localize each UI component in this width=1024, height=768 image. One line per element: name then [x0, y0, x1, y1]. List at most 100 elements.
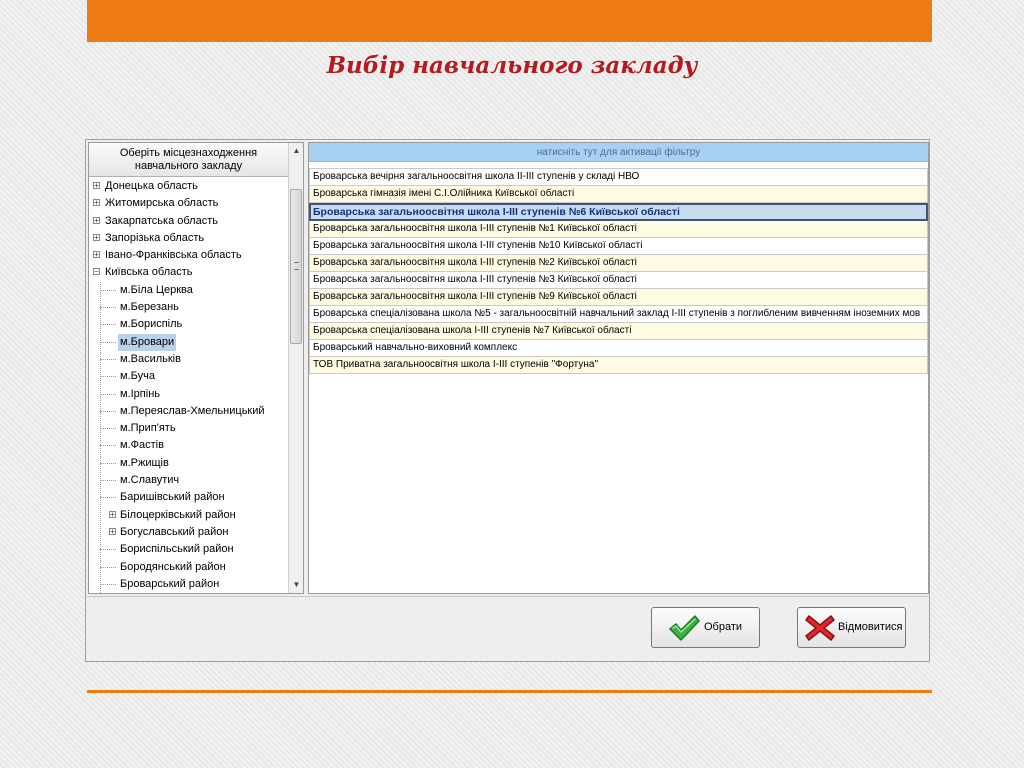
tree-item[interactable]: м.Славутич: [89, 472, 288, 489]
scroll-thumb[interactable]: [290, 189, 302, 344]
cross-icon: [805, 615, 835, 641]
tree-item-label: м.Бориспіль: [120, 318, 183, 331]
tree-connector: [100, 428, 116, 430]
slide-title: Вибір навчального закладу: [326, 52, 698, 79]
tree-item[interactable]: − Київська область: [89, 264, 288, 281]
school-row[interactable]: Броварська спеціалізована школа №5 - заг…: [309, 306, 928, 323]
tree-connector: [100, 462, 116, 465]
tree-item[interactable]: + Івано-Франківська область: [89, 247, 288, 264]
school-row[interactable]: Броварська загальноосвітня школа І-ІІІ с…: [309, 238, 928, 255]
tree-item-label: Броварський район: [120, 577, 220, 590]
tree-item[interactable]: м.Бровари: [89, 333, 288, 351]
expand-icon[interactable]: +: [93, 233, 100, 241]
tree-item-label: Житомирська область: [105, 197, 219, 210]
tree-connector: [100, 445, 116, 447]
school-row[interactable]: Броварська спеціалізована школа І-ІІІ ст…: [309, 323, 928, 340]
tree-item-label: м.Прип'ять: [120, 422, 176, 435]
tree-connector: [100, 307, 116, 309]
tree-item-label: Київська область: [105, 266, 193, 279]
school-row[interactable]: Броварська загальноосвітня школа І-ІІІ с…: [309, 289, 928, 306]
tree-item[interactable]: Баришівський район: [89, 489, 288, 506]
tree-item[interactable]: м.Прип'ять: [89, 420, 288, 437]
tree-item[interactable]: Бориспільський район: [89, 541, 288, 558]
location-tree-panel: Оберіть місцезнаходження навчального зак…: [88, 142, 304, 594]
expand-icon[interactable]: +: [93, 182, 100, 190]
tree-item-label: Закарпатська область: [105, 214, 218, 227]
tree-item[interactable]: м.Біла Церква: [89, 282, 288, 299]
top-accent-bar: [87, 0, 932, 42]
tree-item[interactable]: м.Бориспіль: [89, 316, 288, 333]
tree-item-label: м.Васильків: [120, 352, 181, 365]
tree-connector: [100, 341, 116, 344]
tree-connector: [100, 289, 116, 292]
select-button-label: Обрати: [704, 621, 743, 633]
location-tree: + Донецька область + Житомирська область + За…: [89, 178, 288, 593]
tree-item-label: м.Березань: [120, 301, 179, 314]
tree-item[interactable]: + Богуславський район: [89, 524, 288, 541]
bottom-accent-line: [87, 690, 932, 693]
tree-item[interactable]: Бородянський район: [89, 559, 288, 576]
school-list-panel: натисніть тут для активації фільтру Бров…: [308, 142, 929, 594]
tree-item-label: Богуславський район: [120, 525, 229, 538]
tree-item-label: м.Ржищів: [120, 456, 169, 469]
school-row[interactable]: Броварський навчально-виховний комплекс: [309, 340, 928, 357]
tree-connector: [100, 393, 116, 396]
arrow-up-icon[interactable]: ▲: [289, 143, 303, 159]
tree-item-label: м.Біла Церква: [120, 283, 193, 296]
tree-connector: [100, 376, 116, 378]
expand-icon[interactable]: +: [93, 251, 100, 259]
tree-connector: [100, 410, 116, 413]
expand-icon[interactable]: +: [93, 216, 100, 224]
tree-item[interactable]: м.Березань: [89, 299, 288, 316]
tree-connector: [100, 549, 116, 551]
tree-item-label: Білоцерківський район: [120, 508, 236, 521]
tree-connector: [100, 324, 116, 326]
expand-icon[interactable]: +: [93, 199, 100, 207]
school-selection-window: Оберіть місцезнаходження навчального зак…: [85, 139, 930, 662]
select-button[interactable]: Обрати: [651, 607, 760, 648]
expand-icon[interactable]: +: [109, 510, 116, 518]
school-row[interactable]: ТОВ Приватна загальноосвітня школа І-ІІІ…: [309, 357, 928, 374]
tree-item-label: Бородянський район: [120, 560, 226, 573]
tree-item-label: м.Буча: [120, 370, 155, 383]
grip-icon: [294, 262, 299, 270]
school-row[interactable]: Броварська загальноосвітня школа І-ІІІ с…: [309, 203, 928, 221]
tree-item-label: Запорізька область: [105, 231, 205, 244]
cancel-button-label: Відмовитися: [838, 621, 903, 633]
school-list: Броварська вечірня загальноосвітня школа…: [309, 168, 928, 374]
filter-activation-row[interactable]: натисніть тут для активації фільтру: [309, 143, 928, 162]
tree-item[interactable]: м.Ірпінь: [89, 386, 288, 403]
cancel-button[interactable]: Відмовитися: [797, 607, 906, 648]
tree-connector: [100, 480, 116, 482]
tree-item[interactable]: + Білоцерківський район: [89, 507, 288, 524]
school-row[interactable]: Броварська загальноосвітня школа І-ІІІ с…: [309, 255, 928, 272]
tree-item-label: Бориспільський район: [120, 543, 234, 556]
tree-item[interactable]: Броварський район: [89, 576, 288, 593]
tree-item[interactable]: + Житомирська область: [89, 195, 288, 212]
tree-item[interactable]: м.Васильків: [89, 351, 288, 368]
arrow-down-icon[interactable]: ▼: [289, 577, 303, 593]
school-row[interactable]: Броварська загальноосвітня школа І-ІІІ с…: [309, 272, 928, 289]
tree-connector: [100, 566, 116, 569]
tree-connector: [100, 583, 116, 586]
checkmark-icon: [669, 615, 700, 641]
tree-connector: [100, 497, 116, 499]
tree-item-label: м.Переяслав-Хмельницький: [120, 404, 265, 417]
expand-icon[interactable]: +: [109, 527, 116, 535]
tree-item-label: Івано-Франківська область: [105, 249, 242, 262]
tree-scrollbar[interactable]: ▲ ▼: [288, 143, 303, 593]
school-row[interactable]: Броварська гімназія імені С.І.Олійника К…: [309, 186, 928, 203]
tree-item-label: м.Фастів: [120, 439, 164, 452]
tree-item[interactable]: м.Фастів: [89, 437, 288, 454]
tree-item[interactable]: + Донецька область: [89, 178, 288, 195]
tree-item[interactable]: м.Буча: [89, 368, 288, 385]
tree-item[interactable]: м.Ржищів: [89, 455, 288, 472]
tree-item[interactable]: + Запорізька область: [89, 230, 288, 247]
collapse-icon[interactable]: −: [93, 268, 100, 276]
school-row[interactable]: Броварська вечірня загальноосвітня школа…: [309, 168, 928, 186]
tree-item-label: м.Славутич: [120, 474, 180, 487]
tree-item[interactable]: + Закарпатська область: [89, 213, 288, 230]
tree-item[interactable]: м.Переяслав-Хмельницький: [89, 403, 288, 420]
tree-connector: [100, 358, 116, 361]
school-row[interactable]: Броварська загальноосвітня школа І-ІІІ с…: [309, 221, 928, 238]
